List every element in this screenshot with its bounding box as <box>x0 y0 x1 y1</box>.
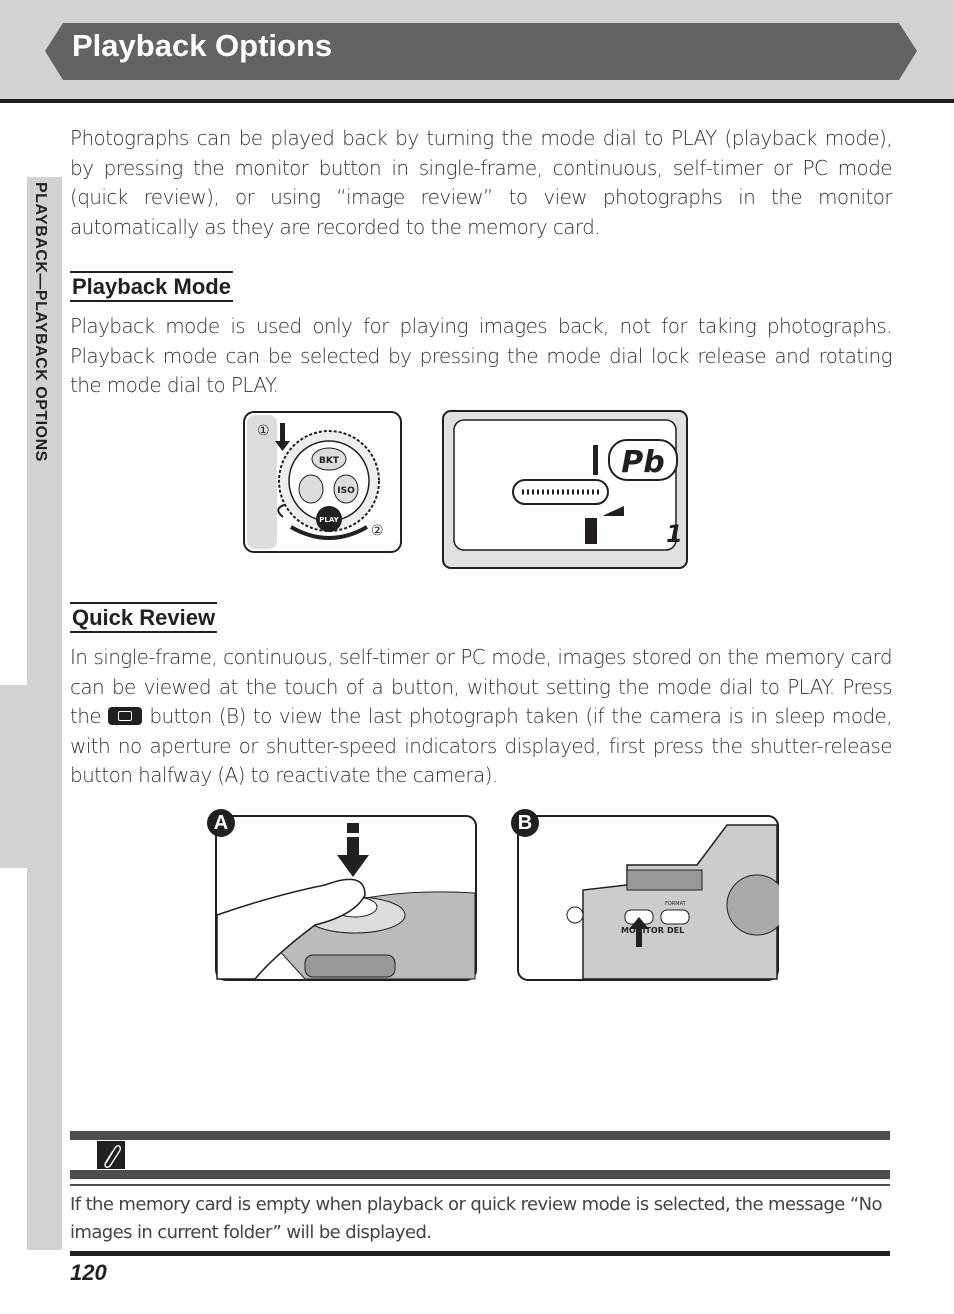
paperclip-icon <box>97 1141 125 1169</box>
note-top-bar <box>70 1131 890 1140</box>
lcd-mode-readout: Pb <box>621 445 664 480</box>
lcd-frame-count: 1 <box>666 520 683 548</box>
monitor-button-icon <box>108 707 143 725</box>
intro-paragraph: Photographs can be played back by turnin… <box>70 126 893 239</box>
quick-review-text-2: button (B) to view the last photograph t… <box>70 704 893 787</box>
bkt-label: BKT <box>319 456 340 466</box>
figure-a-badge: A <box>207 809 235 837</box>
page-title: Playback Options <box>72 28 333 63</box>
iso-label: ISO <box>337 486 355 496</box>
sidebar-tab <box>0 685 30 868</box>
section-label: PLAYBACK—PLAYBACK OPTIONS <box>32 182 49 462</box>
format-label: FORMAT <box>665 901 687 907</box>
lcd-card-indicator: CARD <box>598 511 606 531</box>
footer-rule <box>70 1251 890 1256</box>
playback-mode-paragraph: Playback mode is used only for playing i… <box>70 314 893 397</box>
page-number: 120 <box>70 1260 107 1285</box>
header-rule <box>0 99 954 103</box>
shutter-release-figure: A <box>207 809 477 981</box>
note-text: If the memory card is empty when playbac… <box>70 1194 882 1243</box>
figure-b-badge: B <box>511 809 539 837</box>
del-button-label: DEL <box>667 926 684 935</box>
note-rule <box>70 1184 890 1186</box>
quick-review-heading: Quick Review <box>70 602 218 633</box>
mode-dial-figure: BKT ISO PLAY ① ② <box>243 411 402 553</box>
quick-review-paragraph: In single-frame, continuous, self-timer … <box>70 643 893 791</box>
lcd-panel-figure: Pb CARD 1 <box>442 410 688 569</box>
note-mid-bar <box>70 1170 890 1179</box>
step-2-marker: ② <box>371 523 384 539</box>
playback-mode-heading: Playback Mode <box>70 271 233 302</box>
step-1-marker: ① <box>257 423 270 439</box>
play-label: PLAY <box>319 516 339 524</box>
monitor-button-figure: MONITOR DEL FORMAT B <box>511 809 788 981</box>
